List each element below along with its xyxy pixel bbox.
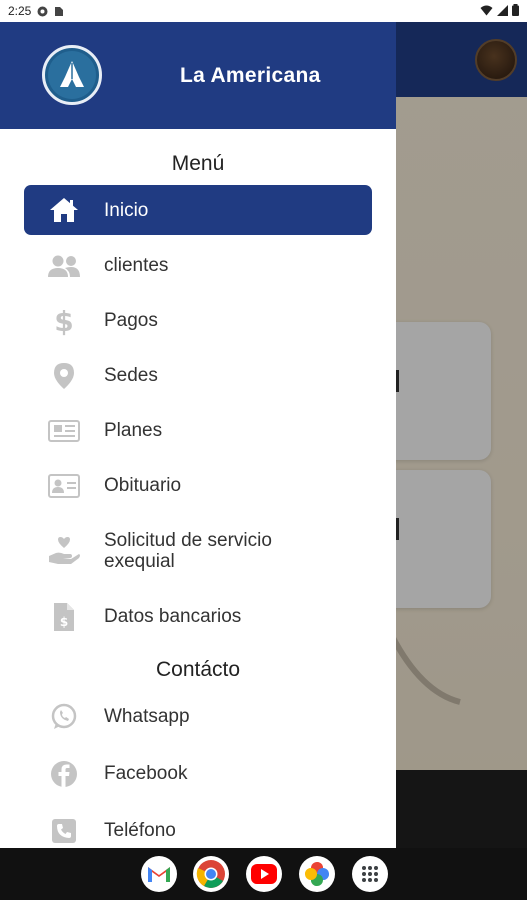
menu-item-datos-bancarios[interactable]: $ Datos bancarios	[0, 589, 396, 644]
menu-section-title: Menú	[171, 152, 225, 175]
chrome-icon[interactable]	[193, 856, 229, 892]
navigation-drawer: La Americana Menú Inicio clientes $ Pago…	[0, 22, 396, 848]
phone-icon	[47, 816, 81, 846]
menu-item-pagos[interactable]: $ Pagos	[0, 293, 396, 348]
menu-item-label: Solicitud de servicio exequial	[104, 530, 272, 572]
menu-item-inicio[interactable]: Inicio	[24, 185, 372, 235]
gmail-icon[interactable]	[141, 856, 177, 892]
status-bar: 2:25	[0, 0, 527, 22]
contact-item-facebook[interactable]: Facebook	[0, 745, 396, 802]
contact-item-label: Whatsapp	[104, 706, 190, 727]
menu-item-clientes[interactable]: clientes	[0, 238, 396, 293]
battery-icon	[512, 4, 519, 19]
drawer-header: La Americana	[0, 22, 396, 129]
svg-text:$: $	[60, 615, 68, 629]
menu-item-obituario[interactable]: Obituario	[0, 458, 396, 513]
contact-item-whatsapp[interactable]: Whatsapp	[0, 688, 396, 745]
wifi-icon	[480, 5, 493, 19]
menu-item-label: Datos bancarios	[104, 606, 242, 627]
sd-card-status-icon	[53, 6, 64, 17]
photos-icon[interactable]	[299, 856, 335, 892]
contact-item-label: Facebook	[104, 763, 188, 784]
app-title: La Americana	[180, 64, 321, 87]
contact-item-label: Teléfono	[104, 820, 176, 841]
contact-item-telefono[interactable]: Teléfono	[0, 802, 396, 848]
menu-item-label: Sedes	[104, 365, 158, 386]
hand-heart-icon	[47, 536, 81, 566]
whatsapp-icon	[47, 702, 81, 732]
menu-item-label: Pagos	[104, 310, 158, 331]
invoice-icon: $	[47, 602, 81, 632]
svg-text:$: $	[54, 306, 73, 336]
praying-hands-icon	[60, 61, 84, 87]
menu-item-sedes[interactable]: Sedes	[0, 348, 396, 403]
contact-section-title: Contácto	[155, 658, 241, 681]
facebook-icon	[47, 759, 81, 789]
signal-icon	[497, 4, 508, 19]
menu-item-solicitud-servicio[interactable]: Solicitud de servicio exequial	[0, 513, 396, 589]
dollar-icon: $	[47, 306, 81, 336]
youtube-icon[interactable]	[246, 856, 282, 892]
app-drawer-icon[interactable]	[352, 856, 388, 892]
menu-item-label: Planes	[104, 420, 163, 441]
newspaper-icon	[47, 416, 81, 446]
location-pin-icon	[47, 361, 81, 391]
settings-status-icon	[37, 6, 48, 17]
menu-item-label: clientes	[104, 255, 169, 276]
contact-list: Whatsapp Facebook Teléfono	[0, 688, 396, 848]
home-icon	[47, 195, 81, 225]
users-icon	[47, 251, 81, 281]
app-logo	[42, 45, 102, 105]
app-dock	[0, 848, 527, 900]
menu-list: Inicio clientes $ Pagos Sedes Planes Obi…	[0, 185, 396, 644]
menu-item-label: Inicio	[104, 199, 149, 221]
menu-item-label: Obituario	[104, 475, 182, 496]
menu-item-planes[interactable]: Planes	[0, 403, 396, 458]
id-card-icon	[47, 471, 81, 501]
status-time: 2:25	[8, 4, 32, 18]
